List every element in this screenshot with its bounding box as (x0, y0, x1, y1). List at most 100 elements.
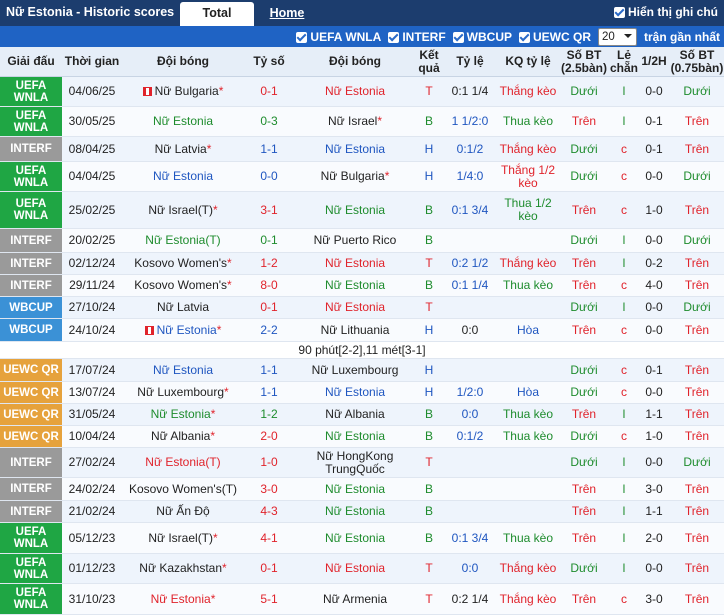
away-team[interactable]: Nữ Estonia (294, 381, 416, 404)
league-badge[interactable]: INTERF (0, 477, 62, 501)
score[interactable]: 0-1 (244, 296, 294, 319)
league-badge-text[interactable]: UEFA WNLA (14, 110, 49, 134)
away-team-name[interactable]: Nữ Estonia (325, 142, 385, 156)
league-badge-text[interactable]: INTERF (10, 483, 52, 495)
away-team[interactable]: Nữ Estonia (294, 136, 416, 162)
score-text[interactable]: 1-1 (260, 142, 277, 156)
away-team[interactable]: Nữ Lithuania (294, 318, 416, 342)
table-row[interactable]: INTERF 08/04/25 Nữ Latvia* 1-1 Nữ Estonia H 0:… (0, 136, 724, 162)
home-team[interactable]: Nữ Ấn Độ (122, 500, 244, 523)
table-row[interactable]: UEFA WNLA 04/04/25 Nữ Estonia 0-0 Nữ Bulgari… (0, 161, 724, 192)
away-team[interactable]: Nữ Bulgaria* (294, 161, 416, 192)
away-team-name[interactable]: Nữ Armenia (323, 592, 387, 606)
score[interactable]: 8-0 (244, 274, 294, 297)
league-badge-text[interactable]: INTERF (10, 143, 52, 155)
score-text[interactable]: 1-0 (260, 455, 277, 469)
home-team-name[interactable]: Nữ Estonia (153, 114, 213, 128)
league-badge-text[interactable]: UEFA WNLA (14, 587, 49, 611)
home-team-name[interactable]: Kosovo Women's (134, 278, 227, 292)
league-badge-text[interactable]: WBCUP (9, 324, 52, 336)
league-badge-text[interactable]: INTERF (10, 457, 52, 469)
home-team-name[interactable]: Nữ Latvia (155, 142, 207, 156)
table-row[interactable]: UEFA WNLA 04/06/25 Nữ Bulgaria* 0-1 Nữ Eston… (0, 76, 724, 107)
league-badge-text[interactable]: INTERF (10, 258, 52, 270)
score[interactable]: 1-2 (244, 252, 294, 275)
league-badge[interactable]: INTERF (0, 447, 62, 478)
home-team-name[interactable]: Nữ Luxembourg (137, 385, 224, 399)
away-team[interactable]: Nữ HongKong TrungQuốc (294, 447, 416, 478)
home-team[interactable]: Kosovo Women's* (122, 274, 244, 297)
away-team-name[interactable]: Nữ Estonia (325, 256, 385, 270)
league-badge[interactable]: INTERF (0, 228, 62, 253)
score-text[interactable]: 1-1 (260, 363, 277, 377)
home-team-name[interactable]: Nữ Ấn Độ (156, 504, 209, 518)
score-text[interactable]: 0-1 (260, 84, 277, 98)
league-badge[interactable]: UEFA WNLA (0, 191, 62, 229)
table-row[interactable]: INTERF 20/02/25 Nữ Estonia(T) 0-1 Nữ Puerto … (0, 228, 724, 253)
league-badge[interactable]: UEFA WNLA (0, 161, 62, 192)
away-team-name[interactable]: Nữ Estonia (325, 84, 385, 98)
league-badge-text[interactable]: UEFA WNLA (14, 198, 49, 222)
league-badge[interactable]: WBCUP (0, 318, 62, 342)
score[interactable]: 0-3 (244, 106, 294, 137)
home-team-name[interactable]: Nữ Albania (151, 429, 210, 443)
home-team-name[interactable]: Nữ Estonia (151, 407, 211, 421)
league-badge[interactable]: UEFA WNLA (0, 76, 62, 107)
league-badge-text[interactable]: UEWC QR (3, 387, 59, 399)
score-text[interactable]: 1-1 (260, 385, 277, 399)
home-team[interactable]: Nữ Estonia (122, 106, 244, 137)
checkbox-icon[interactable] (614, 6, 625, 18)
table-row[interactable]: INTERF 21/02/24 Nữ Ấn Độ 4-3 Nữ Estonia B Trên… (0, 500, 724, 523)
home-team-name[interactable]: Nữ Latvia (157, 300, 209, 314)
score-text[interactable]: 5-1 (260, 592, 277, 606)
home-team[interactable]: Kosovo Women's* (122, 252, 244, 275)
score-text[interactable]: 0-1 (260, 233, 277, 247)
show-notes-toggle[interactable]: Hiển thị ghi chú (614, 5, 718, 19)
league-badge[interactable]: UEFA WNLA (0, 106, 62, 137)
home-team-name[interactable]: Nữ Israel(T) (148, 203, 213, 217)
away-team-name[interactable]: Nữ Estonia (325, 531, 385, 545)
score-text[interactable]: 2-0 (260, 429, 277, 443)
match-count-select[interactable]: 20 (597, 28, 637, 46)
score-text[interactable]: 0-3 (260, 114, 277, 128)
home-team[interactable]: Nữ Latvia* (122, 136, 244, 162)
home-team-name[interactable]: Nữ Estonia (157, 323, 217, 337)
league-badge-text[interactable]: UEFA WNLA (14, 80, 49, 104)
league-badge[interactable]: INTERF (0, 136, 62, 162)
table-row[interactable]: UEFA WNLA 30/05/25 Nữ Estonia 0-3 Nữ Israel*… (0, 106, 724, 137)
away-team[interactable]: Nữ Estonia (294, 477, 416, 501)
away-team-name[interactable]: Nữ Puerto Rico (314, 233, 397, 247)
score[interactable]: 4-1 (244, 522, 294, 554)
score[interactable]: 3-1 (244, 191, 294, 229)
checkbox-icon[interactable] (296, 31, 308, 43)
table-row[interactable]: UEFA WNLA 25/02/25 Nữ Israel(T)* 3-1 Nữ Esto… (0, 191, 724, 229)
score[interactable]: 3-0 (244, 477, 294, 501)
away-team-name[interactable]: Nữ Albania (325, 407, 384, 421)
home-team[interactable]: Nữ Albania* (122, 425, 244, 448)
away-team-name[interactable]: Nữ Luxembourg (312, 363, 399, 377)
league-badge[interactable]: UEFA WNLA (0, 522, 62, 554)
home-team-name[interactable]: Nữ Bulgaria (155, 84, 219, 98)
league-badge[interactable]: INTERF (0, 500, 62, 523)
home-team[interactable]: Nữ Estonia* (122, 318, 244, 342)
league-badge[interactable]: UEWC QR (0, 381, 62, 404)
away-team-name[interactable]: Nữ Israel (328, 114, 377, 128)
league-badge[interactable]: UEWC QR (0, 403, 62, 426)
league-badge[interactable]: WBCUP (0, 296, 62, 319)
away-team-name[interactable]: Nữ HongKong TrungQuốc (317, 449, 394, 476)
table-row[interactable]: INTERF 27/02/24 Nữ Estonia(T) 1-0 Nữ HongKon… (0, 447, 724, 478)
home-team-name[interactable]: Kosovo Women's(T) (129, 482, 237, 496)
away-team-name[interactable]: Nữ Estonia (325, 504, 385, 518)
home-team[interactable]: Nữ Kazakhstan* (122, 553, 244, 584)
away-team-name[interactable]: Nữ Estonia (325, 385, 385, 399)
league-badge[interactable]: UEFA WNLA (0, 553, 62, 584)
filter-wbcup[interactable]: WBCUP (452, 30, 512, 44)
league-badge-text[interactable]: UEWC QR (3, 409, 59, 421)
league-badge-text[interactable]: UEFA WNLA (14, 526, 49, 550)
away-team[interactable]: Nữ Estonia (294, 274, 416, 297)
score-text[interactable]: 0-1 (260, 300, 277, 314)
home-team-name[interactable]: Nữ Kazakhstan (139, 561, 222, 575)
league-badge-text[interactable]: WBCUP (9, 302, 52, 314)
filter-uewc-qr[interactable]: UEWC QR (518, 30, 591, 44)
score[interactable]: 1-1 (244, 136, 294, 162)
